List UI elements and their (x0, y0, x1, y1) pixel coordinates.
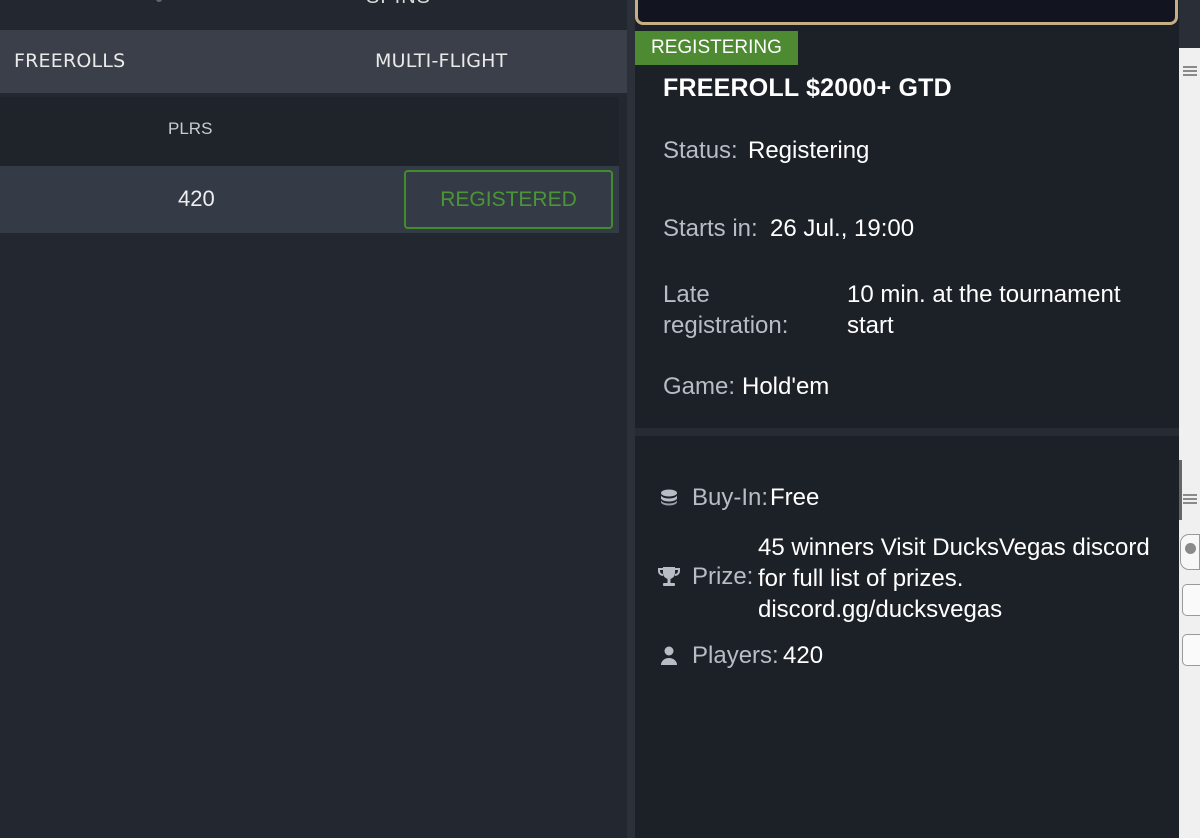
coins-icon (661, 489, 677, 506)
section-divider (635, 428, 1179, 436)
row-player-count: 420 (178, 186, 215, 211)
tournament-title: FREEROLL $2000+ GTD (663, 74, 952, 102)
registered-button[interactable]: REGISTERED (404, 170, 613, 229)
status-badge: REGISTERING (635, 31, 798, 65)
game-value: Hold'em (742, 373, 830, 400)
game-label: Game: (663, 373, 736, 400)
prize-label: Prize: (692, 563, 754, 590)
players-label: Players: (692, 642, 779, 669)
buy-in-value: Free (770, 484, 820, 511)
trophy-icon (658, 567, 680, 586)
status-label: Status: (663, 137, 738, 164)
tab-spins[interactable]: SPINS (366, 0, 431, 9)
filter-bar: FREEROLLS MULTI-FLIGHT (0, 30, 627, 93)
player-icon (661, 646, 677, 665)
tournament-banner-frame (635, 0, 1178, 25)
tournament-list-panel: SPINS FREEROLLS MULTI-FLIGHT PLRS 420 RE… (0, 0, 627, 838)
adjacent-window-top (1179, 0, 1200, 48)
tournament-details-panel: REGISTERING FREEROLL $2000+ GTD Status: … (635, 0, 1179, 838)
filter-multi-flight[interactable]: MULTI-FLIGHT (375, 30, 507, 93)
late-registration-label: Late registration: (663, 281, 789, 339)
dropdown-control[interactable] (1182, 634, 1200, 666)
filter-freerolls[interactable]: FREEROLLS (14, 30, 125, 93)
starts-in-value: 26 Jul., 19:00 (770, 215, 915, 242)
late-registration-value: 10 min. at the tournament start (847, 281, 1121, 339)
list-header: PLRS (0, 97, 619, 166)
column-header-players[interactable]: PLRS (168, 97, 212, 161)
panel-divider[interactable] (627, 0, 635, 838)
players-value: 420 (783, 642, 824, 669)
toggle-switch[interactable] (1180, 534, 1200, 570)
dropdown-control[interactable] (1182, 584, 1200, 616)
menu-icon[interactable] (1183, 494, 1197, 504)
adjacent-window-edge (1179, 0, 1200, 838)
prize-value: 45 winners Visit DucksVegas discord for … (758, 534, 1150, 623)
scrollbar[interactable] (1179, 460, 1182, 520)
tournament-row[interactable]: 420 REGISTERED (0, 166, 619, 233)
buy-in-label: Buy-In: (692, 484, 769, 511)
top-tab-bar-partial: SPINS (0, 0, 627, 30)
tab-marker-icon (156, 0, 162, 2)
status-value: Registering (748, 137, 870, 164)
menu-icon[interactable] (1183, 66, 1197, 76)
starts-in-label: Starts in: (663, 215, 758, 242)
